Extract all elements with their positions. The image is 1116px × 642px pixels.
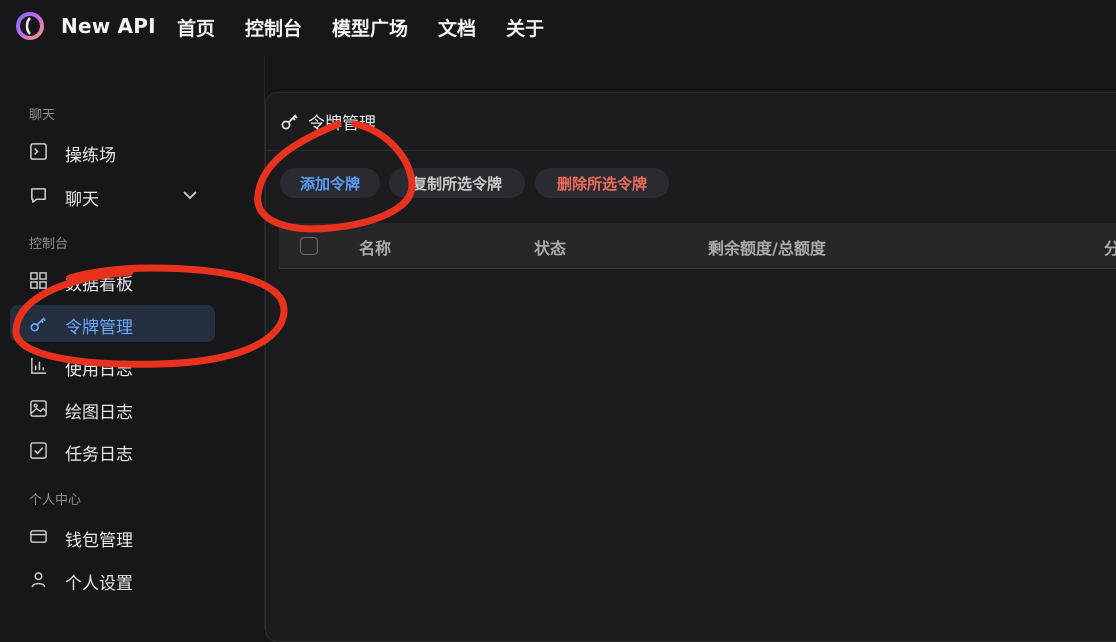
wallet-icon bbox=[30, 530, 47, 543]
main-nav: 首页 控制台 模型广场 文档 关于 bbox=[177, 14, 544, 41]
column-header-name[interactable]: 名称 bbox=[359, 235, 391, 259]
sidebar-item-label: 钱包管理 bbox=[65, 531, 133, 551]
key-icon bbox=[281, 114, 298, 130]
column-header-status[interactable]: 状态 bbox=[534, 235, 566, 259]
sidebar-item-chat[interactable]: 聊天 bbox=[10, 177, 215, 214]
sidebar-item-label: 使用日志 bbox=[65, 360, 133, 380]
sidebar-item-label: 任务日志 bbox=[65, 445, 133, 465]
sidebar-section-chat: 聊天 bbox=[29, 108, 56, 123]
sidebar-item-drawing-log[interactable]: 绘图日志 bbox=[10, 390, 215, 427]
page-title: 令牌管理 bbox=[308, 114, 376, 134]
sidebar-section-personal: 个人中心 bbox=[29, 493, 82, 508]
column-header-quota[interactable]: 剩余额度/总额度 bbox=[708, 235, 826, 259]
column-header-group[interactable]: 分 bbox=[1104, 235, 1116, 259]
card-header: 令牌管理 bbox=[266, 93, 1116, 151]
sidebar-item-wallet[interactable]: 钱包管理 bbox=[10, 518, 215, 555]
tokens-card: 令牌管理 添加令牌 复制所选令牌 删除所选令牌 名称 状态 剩余额度/总额度 分 bbox=[265, 92, 1116, 642]
nav-about[interactable]: 关于 bbox=[506, 14, 544, 41]
sidebar-item-label: 聊天 bbox=[65, 190, 99, 210]
dashboard-grid-icon bbox=[30, 272, 47, 289]
sidebar-item-label: 绘图日志 bbox=[65, 403, 133, 423]
sidebar: 聊天 操练场 聊天 控制台 数据看板 令牌管理 使用日志 绘图日志 任务日志 个… bbox=[0, 56, 265, 630]
terminal-icon bbox=[30, 143, 47, 160]
nav-docs[interactable]: 文档 bbox=[438, 14, 476, 41]
sidebar-item-label: 令牌管理 bbox=[65, 318, 133, 338]
bar-chart-icon bbox=[31, 357, 47, 374]
user-icon bbox=[31, 572, 46, 588]
nav-console[interactable]: 控制台 bbox=[245, 14, 302, 41]
sidebar-item-label: 操练场 bbox=[65, 146, 116, 166]
sidebar-item-settings[interactable]: 个人设置 bbox=[10, 561, 215, 598]
table-header: 名称 状态 剩余额度/总额度 分 bbox=[279, 223, 1116, 269]
top-nav-bar: New API 首页 控制台 模型广场 文档 关于 bbox=[0, 0, 1116, 56]
sidebar-item-playground[interactable]: 操练场 bbox=[10, 133, 215, 170]
checkbox-icon bbox=[30, 442, 47, 459]
copy-selected-tokens-button[interactable]: 复制所选令牌 bbox=[389, 168, 525, 198]
sidebar-section-console: 控制台 bbox=[29, 237, 69, 252]
delete-selected-tokens-button[interactable]: 删除所选令牌 bbox=[535, 168, 669, 198]
chat-bubble-icon bbox=[31, 188, 46, 203]
key-icon bbox=[30, 317, 46, 332]
sidebar-item-tokens[interactable]: 令牌管理 bbox=[10, 305, 215, 342]
sidebar-item-usage-log[interactable]: 使用日志 bbox=[10, 347, 215, 384]
chevron-down-icon[interactable] bbox=[181, 186, 199, 204]
sidebar-item-label: 数据看板 bbox=[65, 275, 133, 295]
app-logo-icon[interactable] bbox=[16, 12, 44, 40]
sidebar-item-task-log[interactable]: 任务日志 bbox=[10, 432, 215, 469]
sidebar-item-label: 个人设置 bbox=[65, 574, 133, 594]
image-icon bbox=[30, 400, 47, 417]
brand-name[interactable]: New API bbox=[61, 14, 156, 38]
select-all-checkbox[interactable] bbox=[300, 237, 318, 255]
nav-home[interactable]: 首页 bbox=[177, 14, 215, 41]
add-token-button[interactable]: 添加令牌 bbox=[280, 168, 380, 198]
sidebar-item-dashboard[interactable]: 数据看板 bbox=[10, 262, 215, 299]
nav-model-square[interactable]: 模型广场 bbox=[332, 14, 408, 41]
